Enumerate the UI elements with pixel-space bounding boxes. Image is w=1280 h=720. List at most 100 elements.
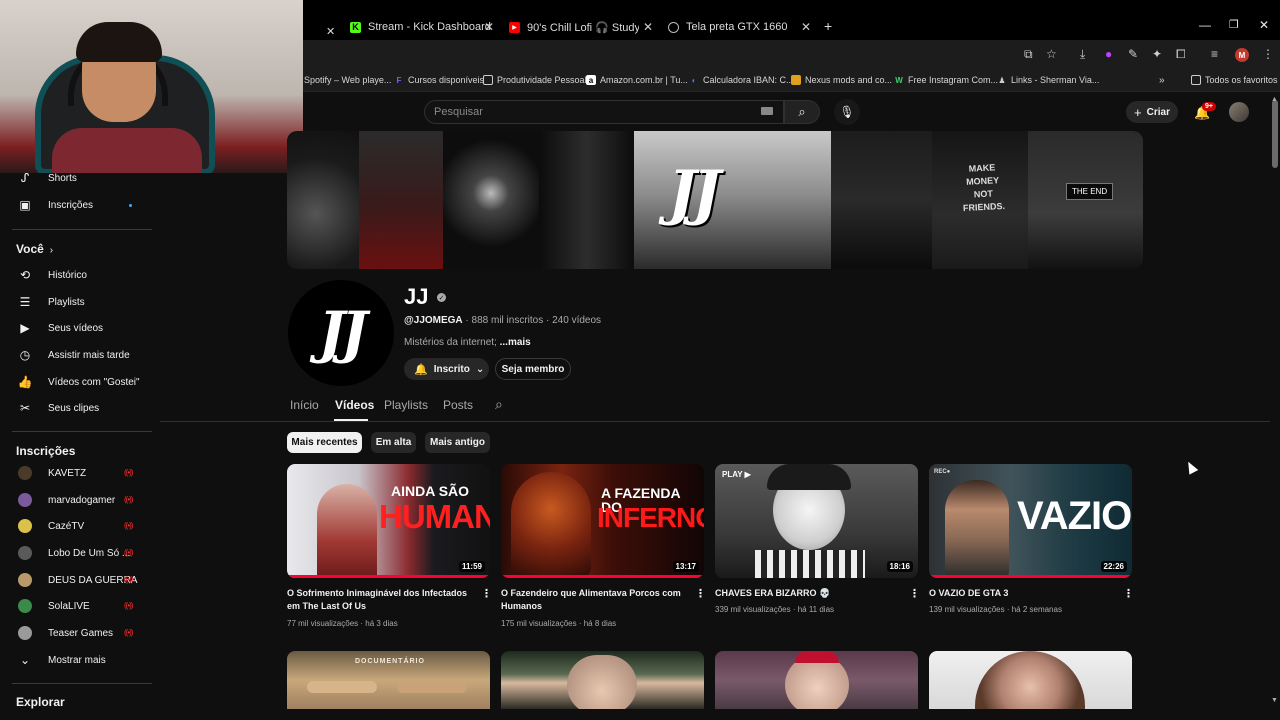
sidebar-sub-marvadogamer[interactable]: marvadogamer ((•)) (0, 488, 152, 512)
subscribed-label: Inscrito (433, 363, 470, 375)
sidebar-item-subscriptions[interactable]: ▣ Inscrições (0, 193, 152, 217)
video-title[interactable]: O Sofrimento Inimaginável dos Infectados… (287, 587, 472, 613)
browser-tab-tela-preta[interactable]: Tela preta GTX 1660 (668, 16, 788, 38)
video-thumbnail[interactable]: PLAY ▶ 18:16 (715, 464, 918, 578)
bookmark-item[interactable]: W Free Instagram Com... (894, 73, 998, 87)
sidebar-item-watch-later[interactable]: ◷ Assistir mais tarde (0, 343, 152, 367)
video-meta: 339 mil visualizações · há 11 dias (715, 605, 835, 614)
account-avatar[interactable] (1229, 102, 1249, 122)
keyboard-icon[interactable] (761, 107, 773, 115)
media-control-icon[interactable]: ≡ (1211, 47, 1218, 61)
bookmark-item[interactable]: F Cursos disponíveis (394, 73, 485, 87)
tab-videos[interactable]: Vídeos (335, 398, 374, 412)
live-icon: ((•)) (124, 548, 134, 557)
video-thumbnail[interactable]: AINDA SÃO HUMANOS 11:59 (287, 464, 490, 578)
sidebar-sub-kavetz[interactable]: KAVETZ ((•)) (0, 461, 152, 485)
profile-avatar[interactable]: M (1235, 48, 1249, 62)
bookmark-item[interactable]: a Amazon.com.br | Tu... (586, 73, 688, 87)
sidebar-sub-cazetv[interactable]: CazéTV ((•)) (0, 514, 152, 538)
close-tab-icon[interactable]: ✕ (326, 20, 335, 42)
extension-icon[interactable]: ✦ (1152, 47, 1162, 61)
extension-dot-icon[interactable]: ● (1105, 47, 1112, 61)
bookmark-item[interactable]: ◐ Calculadora IBAN: C... (689, 73, 794, 87)
close-tab-icon[interactable]: ✕ (643, 20, 653, 34)
video-menu-icon[interactable]: ⋮ (481, 587, 492, 600)
sidebar-item-your-videos[interactable]: ▶ Seus vídeos (0, 316, 152, 340)
join-membership-button[interactable]: Seja membro (495, 358, 571, 380)
video-thumbnail[interactable] (501, 651, 704, 709)
close-tab-icon[interactable]: ✕ (484, 20, 494, 34)
install-app-icon[interactable]: ⧉ (1024, 47, 1033, 62)
channel-search-icon[interactable]: ⌕ (495, 396, 503, 413)
bookmark-star-icon[interactable]: ☆ (1046, 47, 1057, 61)
bookmark-item[interactable]: Spotify – Web playe... (304, 73, 391, 87)
search-input[interactable]: Pesquisar (434, 106, 483, 118)
extensions-puzzle-icon[interactable]: ⧠ (1176, 47, 1186, 62)
close-tab-icon[interactable]: ✕ (801, 20, 811, 34)
new-tab-button[interactable]: + (824, 18, 832, 34)
close-window-icon[interactable]: ✕ (1259, 18, 1269, 32)
video-title[interactable]: O VAZIO DE GTA 3 (929, 587, 1114, 600)
video-title[interactable]: CHAVES ERA BIZARRO 💀 (715, 587, 900, 600)
bookmark-label: Todos os favoritos (1205, 75, 1278, 85)
sidebar-item-playlists[interactable]: ☰ Playlists (0, 290, 152, 314)
tab-home[interactable]: Início (290, 398, 319, 412)
subscribed-button[interactable]: 🔔 Inscrito ⌄ (404, 358, 489, 380)
sidebar-sub-teaser-games[interactable]: Teaser Games ((•)) (0, 621, 152, 645)
video-thumbnail[interactable]: A FAZENDA DO INFERNO 13:17 (501, 464, 704, 578)
video-menu-icon[interactable]: ⋮ (695, 587, 706, 600)
bookmark-item[interactable]: Produtividade Pessoal (483, 73, 587, 87)
video-menu-icon[interactable]: ⋮ (1123, 587, 1134, 600)
chip-popular[interactable]: Em alta (371, 432, 416, 453)
video-thumbnail[interactable] (715, 651, 918, 709)
tab-playlists[interactable]: Playlists (384, 398, 428, 412)
bookmark-item[interactable]: ♟ Links - Sherman Via... (997, 73, 1099, 87)
sidebar-item-label: Seus clipes (48, 402, 100, 414)
sidebar-divider (12, 431, 152, 432)
bookmark-item[interactable]: Nexus mods and co... (791, 73, 892, 87)
bookmark-label: Calculadora IBAN: C... (703, 75, 794, 85)
sidebar-item-clips[interactable]: ✂ Seus clipes (0, 396, 152, 420)
tab-posts[interactable]: Posts (443, 398, 473, 412)
voice-search-button[interactable]: 🎙 (834, 99, 860, 125)
channel-description[interactable]: Mistérios da internet; ...mais (404, 337, 531, 348)
sidebar-you-header[interactable]: Você › (16, 242, 53, 256)
live-icon: ((•)) (124, 521, 134, 530)
extension-pen-icon[interactable]: ✎ (1128, 47, 1138, 61)
menu-kebab-icon[interactable]: ⋮ (1262, 47, 1274, 61)
sidebar-sub-solalive[interactable]: SolaLIVE ((•)) (0, 594, 152, 618)
video-meta: 139 mil visualizações · há 2 semanas (929, 605, 1062, 614)
bookmark-label: Amazon.com.br | Tu... (600, 75, 688, 85)
all-bookmarks-button[interactable]: Todos os favoritos (1191, 73, 1278, 87)
sidebar-item-shorts[interactable]: ᔑ Shorts (0, 166, 152, 190)
amazon-icon: a (586, 75, 596, 85)
download-icon[interactable]: ⤓ (1080, 47, 1085, 62)
minimize-icon[interactable]: — (1199, 18, 1211, 32)
tabs-divider (160, 421, 1270, 422)
sidebar-item-history[interactable]: ⟲ Histórico (0, 263, 152, 287)
video-thumbnail[interactable] (929, 651, 1132, 709)
scroll-down-icon[interactable]: ▼ (1271, 697, 1278, 704)
scroll-up-icon[interactable]: ▲ (1271, 96, 1278, 103)
restore-icon[interactable]: ❐ (1229, 18, 1239, 31)
sidebar-item-liked-videos[interactable]: 👍 Vídeos com "Gostei" (0, 370, 152, 394)
video-title[interactable]: O Fazendeiro que Alimentava Porcos com H… (501, 587, 686, 613)
more-bookmarks-icon[interactable]: » (1159, 73, 1165, 87)
browser-tab-lofi[interactable]: ▶ 90's Chill Lofi 🎧 Study Music L (509, 16, 639, 38)
sidebar-sub-lobo[interactable]: Lobo De Um Só ... ((•)) (0, 541, 152, 565)
create-button[interactable]: + Criar (1126, 101, 1178, 123)
scrollbar-thumb[interactable] (1272, 100, 1278, 168)
video-thumbnail[interactable]: DOCUMENTÁRIO (287, 651, 490, 709)
sidebar-sub-deus-da-guerra[interactable]: DEUS DA GUERRA ((•)) (0, 568, 152, 592)
description-more-link[interactable]: ...mais (500, 337, 531, 348)
search-button[interactable]: ⌕ (784, 100, 820, 124)
channel-avatar[interactable]: JJ (288, 280, 394, 386)
video-thumbnail[interactable]: REC● VAZIO 22:26 (929, 464, 1132, 578)
sidebar-show-more[interactable]: ⌄ Mostrar mais (0, 648, 152, 672)
chip-latest[interactable]: Mais recentes (287, 432, 362, 453)
video-menu-icon[interactable]: ⋮ (909, 587, 920, 600)
chip-oldest[interactable]: Mais antigo (425, 432, 490, 453)
mouse-cursor-icon (1183, 459, 1199, 475)
bookmark-label: Nexus mods and co... (805, 75, 893, 85)
browser-tab-kick[interactable]: K Stream - Kick Dashboard (350, 16, 491, 38)
